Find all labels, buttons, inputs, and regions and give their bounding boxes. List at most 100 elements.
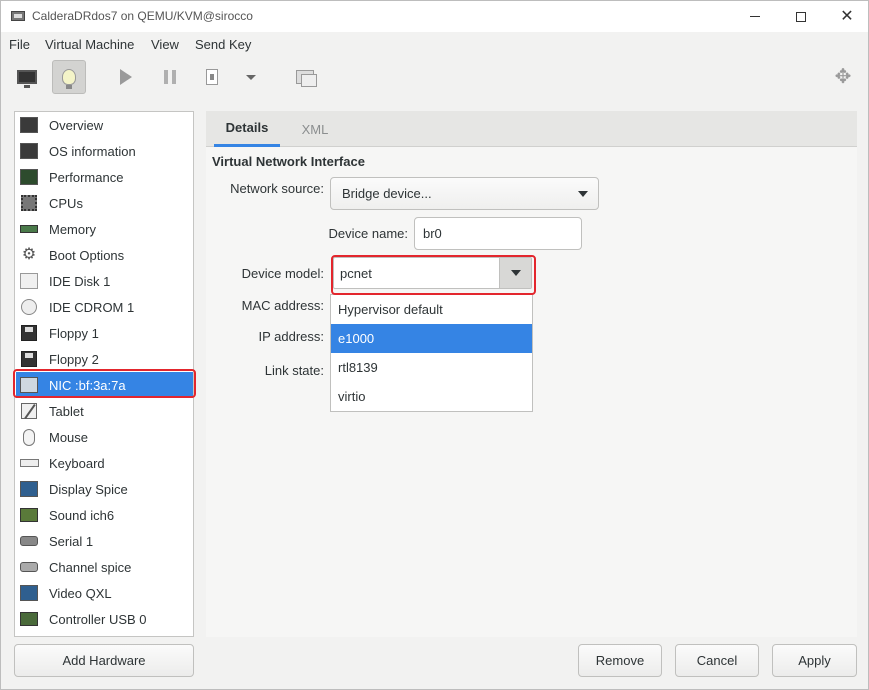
menu-view[interactable]: View <box>151 37 179 52</box>
run-button[interactable] <box>109 60 143 94</box>
fullscreen-button[interactable]: ✥ <box>826 60 860 94</box>
tab-details[interactable]: Details <box>214 111 280 147</box>
hw-item-floppy-2[interactable]: Floppy 2 <box>16 346 193 372</box>
cancel-button[interactable]: Cancel <box>675 644 759 677</box>
os-monitor-icon <box>19 141 39 161</box>
shutdown-menu-button[interactable] <box>234 60 268 94</box>
hw-item-display-spice[interactable]: Display Spice <box>16 476 193 502</box>
hw-item-cpus[interactable]: CPUs <box>16 190 193 216</box>
hw-item-label: Overview <box>49 117 104 133</box>
hw-item-mouse[interactable]: Mouse <box>16 424 193 450</box>
snapshots-icon <box>296 70 317 87</box>
hw-item-tablet[interactable]: Tablet <box>16 398 193 424</box>
device-name-label: Device name: <box>328 226 408 241</box>
hw-item-keyboard[interactable]: Keyboard <box>16 450 193 476</box>
hw-item-label: Memory <box>49 221 96 237</box>
model-option-rtl8139[interactable]: rtl8139 <box>331 353 532 382</box>
cpu-chip-icon <box>19 193 39 213</box>
apply-button[interactable]: Apply <box>772 644 857 677</box>
network-source-value: Bridge device... <box>342 186 432 201</box>
close-icon: ✕ <box>840 7 854 25</box>
network-card-icon <box>19 375 39 395</box>
hw-item-label: Floppy 2 <box>49 351 99 367</box>
maximize-icon <box>796 11 806 22</box>
menu-send-key[interactable]: Send Key <box>195 37 251 52</box>
device-model-value: pcnet <box>340 265 372 281</box>
hardware-list: Overview OS information Performance CPUs… <box>14 111 194 637</box>
add-hardware-button[interactable]: Add Hardware <box>14 644 194 677</box>
model-option-hypervisor-default[interactable]: Hypervisor default <box>331 295 532 324</box>
show-details-button[interactable] <box>52 60 86 94</box>
hw-item-nic[interactable]: NIC :bf:3a:7a <box>16 372 193 398</box>
play-icon <box>120 69 132 85</box>
hw-item-floppy-1[interactable]: Floppy 1 <box>16 320 193 346</box>
performance-graph-icon <box>19 167 39 187</box>
toolbar: ✥ <box>1 58 868 101</box>
hw-item-serial-1[interactable]: Serial 1 <box>16 528 193 554</box>
remove-button[interactable]: Remove <box>578 644 662 677</box>
hw-item-channel-spice[interactable]: Channel spice <box>16 554 193 580</box>
model-option-virtio[interactable]: virtio <box>331 382 532 411</box>
pci-controller-icon <box>19 609 39 629</box>
channel-icon <box>19 557 39 577</box>
hw-item-label: CPUs <box>49 195 83 211</box>
hw-item-ide-disk-1[interactable]: IDE Disk 1 <box>16 268 193 294</box>
mac-address-label: MAC address: <box>241 298 324 313</box>
hw-item-label: Boot Options <box>49 247 125 263</box>
show-console-button[interactable] <box>10 60 44 94</box>
device-model-combo[interactable]: pcnet <box>333 257 532 289</box>
menu-file[interactable]: File <box>9 37 30 52</box>
close-button[interactable]: ✕ <box>824 1 869 32</box>
hw-item-label: Controller USB 0 <box>49 611 147 627</box>
hw-item-label: Floppy 1 <box>49 325 99 341</box>
tablet-pen-icon <box>19 401 39 421</box>
menu-virtual-machine[interactable]: Virtual Machine <box>45 37 134 52</box>
hw-item-video-qxl[interactable]: Video QXL <box>16 580 193 606</box>
hw-item-performance[interactable]: Performance <box>16 164 193 190</box>
hw-item-label: Performance <box>49 169 124 185</box>
title-bar: CalderaDRdos7 on QEMU/KVM@sirocco ✕ <box>1 1 868 32</box>
hw-item-label: IDE CDROM 1 <box>49 299 135 315</box>
hw-item-label: NIC :bf:3a:7a <box>49 377 126 393</box>
hw-item-controller-usb-0[interactable]: Controller USB 0 <box>16 606 193 632</box>
network-source-combo[interactable]: Bridge device... <box>330 177 599 210</box>
ip-address-label: IP address: <box>258 329 324 344</box>
floppy-icon <box>19 323 39 343</box>
hw-item-label: Sound ich6 <box>49 507 115 523</box>
snapshots-button[interactable] <box>288 60 322 94</box>
sound-card-icon <box>19 505 39 525</box>
hw-item-memory[interactable]: Memory <box>16 216 193 242</box>
minimize-icon <box>750 16 760 17</box>
hw-item-label: Display Spice <box>49 481 128 497</box>
pause-button[interactable] <box>153 60 187 94</box>
hw-item-label: Channel spice <box>49 559 132 575</box>
details-area: Details XML Virtual Network Interface Ne… <box>206 111 857 637</box>
display-monitor-icon <box>19 479 39 499</box>
hw-item-label: Video QXL <box>49 585 112 601</box>
minimize-button[interactable] <box>732 1 778 32</box>
hw-item-sound-ich6[interactable]: Sound ich6 <box>16 502 193 528</box>
hw-item-os-information[interactable]: OS information <box>16 138 193 164</box>
nic-details-panel: Virtual Network Interface Network source… <box>206 147 857 637</box>
hw-item-boot-options[interactable]: ⚙ Boot Options <box>16 242 193 268</box>
chevron-down-icon <box>568 178 598 209</box>
hw-item-label: OS information <box>49 143 136 159</box>
chevron-down-icon <box>246 74 256 80</box>
tab-bar: Details XML <box>206 111 857 147</box>
tab-xml[interactable]: XML <box>286 111 344 147</box>
overview-monitor-icon <box>19 115 39 135</box>
keyboard-icon <box>19 453 39 473</box>
hw-item-overview[interactable]: Overview <box>16 112 193 138</box>
menu-bar: File Virtual Machine View Send Key <box>1 32 868 58</box>
model-option-e1000[interactable]: e1000 <box>331 324 532 353</box>
hw-item-label: Tablet <box>49 403 84 419</box>
device-model-dropdown: Hypervisor default e1000 rtl8139 virtio <box>330 294 533 412</box>
hw-item-ide-cdrom-1[interactable]: IDE CDROM 1 <box>16 294 193 320</box>
floppy-icon <box>19 349 39 369</box>
fullscreen-icon: ✥ <box>834 66 852 88</box>
shutdown-button[interactable] <box>195 60 229 94</box>
device-name-input[interactable]: br0 <box>414 217 582 250</box>
device-model-label: Device model: <box>241 266 324 281</box>
pause-icon <box>164 70 176 84</box>
maximize-button[interactable] <box>778 1 824 32</box>
